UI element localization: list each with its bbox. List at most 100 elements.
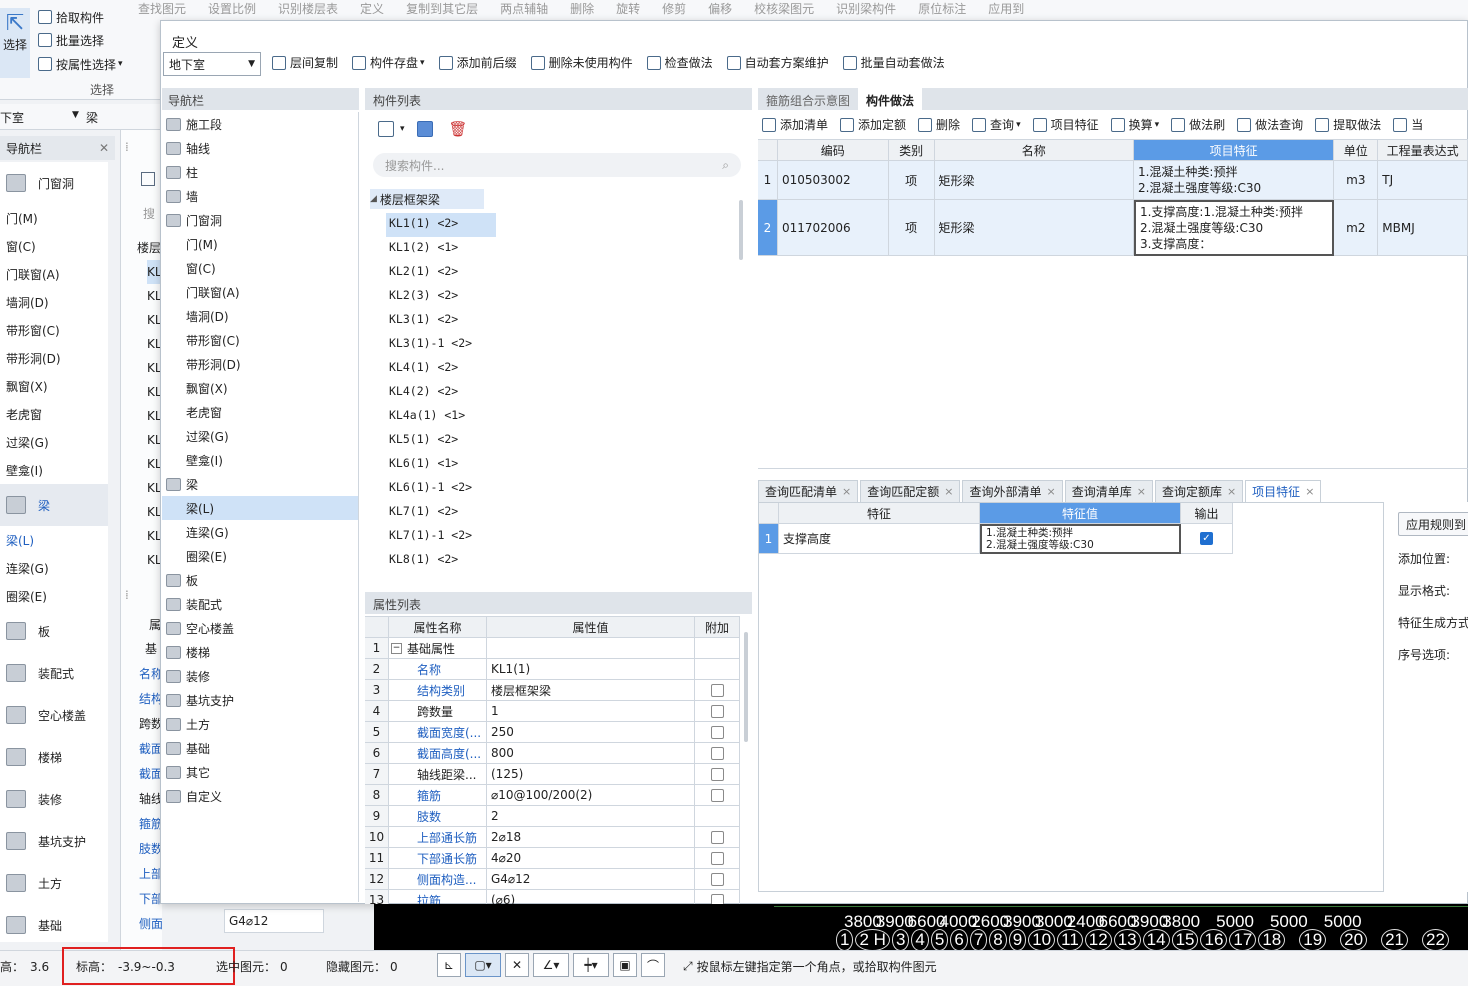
extra-checkbox[interactable] <box>710 851 724 865</box>
left-nav-item[interactable]: 圈梁(E) <box>0 582 108 610</box>
component-item[interactable]: KL1(1) <2> <box>386 213 496 237</box>
prop-value[interactable]: 2⌀18 <box>487 827 695 848</box>
ribbon-rotate-button[interactable]: 旋转 <box>616 0 640 22</box>
props-row[interactable]: 9 肢数 2 <box>365 806 740 827</box>
ribbon-recognize-beam-button[interactable]: 识别梁构件 <box>836 0 896 22</box>
checked-checkbox-icon[interactable]: ✓ <box>1200 532 1213 545</box>
component-item[interactable]: KL3(1) <2> <box>386 309 496 333</box>
method-row[interactable]: 1 010503002 项矩形梁 1.混凝土种类:预拌 2.混凝土强度等级:C30 m3 T… <box>758 161 1468 200</box>
nav-item[interactable]: 带形洞(D) <box>162 352 358 376</box>
convert-button[interactable]: 换算 ▾ <box>1110 116 1159 133</box>
nav-item[interactable]: 飘窗(X) <box>162 376 358 400</box>
close-icon[interactable]: × <box>944 485 953 498</box>
left-nav-item[interactable]: 墙洞(D) <box>0 288 108 316</box>
prop-value[interactable]: 1 <box>487 701 695 722</box>
extra-checkbox[interactable] <box>710 704 724 718</box>
method-unit[interactable]: m3 <box>1334 161 1379 200</box>
query-tab[interactable]: 查询清单库 × <box>1064 480 1153 502</box>
left-nav-item[interactable]: 楼梯 <box>0 736 108 778</box>
left-nav-item[interactable]: 基坑支护 <box>0 820 108 862</box>
extra-checkbox[interactable] <box>710 725 724 739</box>
nav-item[interactable]: 连梁(G) <box>162 520 358 544</box>
nav-item[interactable]: 过梁(G) <box>162 424 358 448</box>
query-tab[interactable]: 查询匹配定额 × <box>860 480 961 502</box>
nav-item[interactable]: 圈梁(E) <box>162 544 358 568</box>
collapse-box-icon[interactable]: − <box>391 642 402 654</box>
extra-checkbox[interactable] <box>710 683 724 697</box>
props-row[interactable]: 1− 基础属性 <box>365 638 740 659</box>
nav-item[interactable]: 基坑支护 <box>162 688 358 712</box>
prop-value[interactable]: 800 <box>487 743 695 764</box>
nav-item[interactable]: 板 <box>162 568 358 592</box>
drawing-canvas[interactable]: 3800 3900 6600 4000 2600 3900 3000 2400 6600 3900… <box>374 904 1468 950</box>
nav-item[interactable]: 装配式 <box>162 592 358 616</box>
props-row[interactable]: 7 轴线距梁... (125) <box>365 764 740 785</box>
nav-item[interactable]: 老虎窗 <box>162 400 358 424</box>
nav-item[interactable]: 壁龛(I) <box>162 448 358 472</box>
query-tab[interactable]: 项目特征 × <box>1245 480 1322 502</box>
component-item[interactable]: KL4(2) <2> <box>386 381 496 405</box>
nav-item[interactable]: 土方 <box>162 712 358 736</box>
component-item[interactable]: KL8(1) <2> <box>386 549 496 573</box>
component-item[interactable]: KL1(2) <1> <box>386 237 496 261</box>
nav-item[interactable]: 楼梯 <box>162 640 358 664</box>
rect-select-icon[interactable]: ▢▾ <box>465 953 501 977</box>
select-big-button[interactable]: ⇱ 选择 <box>0 8 30 78</box>
left-nav-item[interactable]: 梁(L) <box>0 526 108 554</box>
props-row[interactable]: 4 跨数量 1 <box>365 701 740 722</box>
component-item[interactable]: KL3(1)-1 <2> <box>386 333 496 357</box>
cross-select-icon[interactable]: ✕ <box>505 953 529 977</box>
ribbon-copy-layer-button[interactable]: 复制到其它层 <box>406 0 478 22</box>
type-select[interactable]: 梁 <box>86 109 98 126</box>
query-feature-value[interactable]: 1.混凝土种类:预拌 2.混凝土强度等级:C30 <box>980 524 1181 554</box>
apply-rule-button[interactable]: 应用规则到 <box>1398 512 1468 536</box>
component-item[interactable]: KL4(1) <2> <box>386 357 496 381</box>
method-brush-button[interactable]: 做法刷 <box>1171 116 1225 133</box>
props-row[interactable]: 12 侧面构造... G4⌀12 <box>365 869 740 890</box>
ortho-icon[interactable]: ⊾ <box>437 953 461 977</box>
chevron-down-icon[interactable]: ▾ <box>400 124 405 134</box>
props-row[interactable]: 8 箍筋 ⌀10@100/200(2) <box>365 785 740 806</box>
floor-select[interactable]: 下室 <box>0 109 80 126</box>
method-name[interactable]: 矩形梁 <box>934 161 1134 200</box>
props-row[interactable]: 10 上部通长筋 2⌀18 <box>365 827 740 848</box>
left-nav-item[interactable]: 装配式 <box>0 652 108 694</box>
angle-icon[interactable]: ∠▾ <box>533 953 569 977</box>
nav-item[interactable]: 基础 <box>162 736 358 760</box>
close-icon[interactable]: × <box>1137 485 1146 498</box>
nav-item[interactable]: 梁 <box>162 472 358 496</box>
add-affix-button[interactable]: 添加前后缀 <box>438 54 517 71</box>
search-mini[interactable]: 搜 <box>143 205 155 222</box>
extract-method-button[interactable]: 提取做法 <box>1315 116 1381 133</box>
left-nav-item[interactable]: 空心楼盖 <box>0 694 108 736</box>
side-attr-value[interactable]: G4⌀12 <box>224 909 324 933</box>
add-list-button[interactable]: 添加清单 <box>762 116 828 133</box>
component-item[interactable]: KL2(1) <2> <box>386 261 496 285</box>
extra-checkbox[interactable] <box>710 872 724 886</box>
query-tab[interactable]: 查询外部清单 × <box>962 480 1063 502</box>
new-component-icon[interactable] <box>378 121 394 137</box>
method-code[interactable]: 011702006 <box>777 200 889 256</box>
close-icon[interactable]: × <box>842 485 851 498</box>
item-feature-button[interactable]: 项目特征 <box>1032 116 1099 133</box>
define-floor-select[interactable]: 地下室 ▼ <box>163 52 261 76</box>
nav-item[interactable]: 施工段 <box>162 112 358 136</box>
component-search[interactable]: 搜索构件... ⌕ <box>373 153 741 177</box>
query-row[interactable]: 1 支撑高度 1.混凝土种类:预拌 2.混凝土强度等级:C30 ✓ <box>759 524 1233 554</box>
left-nav-item[interactable]: 门联窗(A) <box>0 260 108 288</box>
method-unit[interactable]: m2 <box>1334 200 1379 256</box>
left-nav-item[interactable]: 连梁(G) <box>0 554 108 582</box>
method-code[interactable]: 010503002 <box>777 161 889 200</box>
prop-value[interactable]: 250 <box>487 722 695 743</box>
left-nav-item[interactable]: 门窗洞 <box>0 162 108 204</box>
method-name[interactable]: 矩形梁 <box>934 200 1134 256</box>
ribbon-aux-axis-button[interactable]: 两点辅轴 <box>500 0 548 22</box>
left-nav-item[interactable]: 带形洞(D) <box>0 344 108 372</box>
save-component-button[interactable]: 构件存盘 ▾ <box>352 54 425 71</box>
ribbon-inplace-label-button[interactable]: 原位标注 <box>918 0 966 22</box>
extra-checkbox[interactable] <box>710 830 724 844</box>
arc-icon[interactable]: ⌒ <box>641 953 665 977</box>
component-scrollbar[interactable] <box>739 200 743 260</box>
method-expr[interactable]: TJ <box>1378 161 1468 200</box>
nav-item[interactable]: 门联窗(A) <box>162 280 358 304</box>
